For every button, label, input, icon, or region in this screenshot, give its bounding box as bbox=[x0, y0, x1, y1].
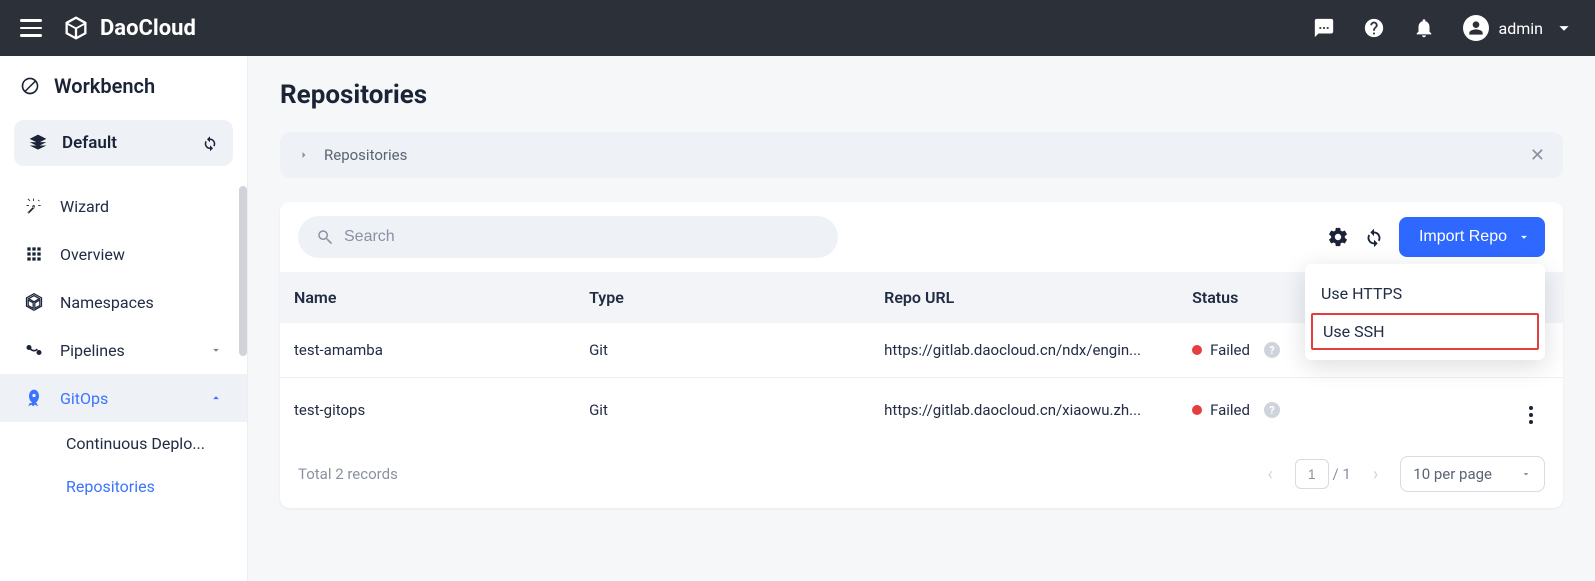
cube-outline-icon bbox=[24, 292, 44, 312]
sidebar-scrollbar[interactable] bbox=[239, 186, 247, 356]
pipeline-icon bbox=[24, 340, 44, 360]
help-tooltip-icon[interactable]: ? bbox=[1264, 402, 1280, 418]
page-input[interactable] bbox=[1295, 459, 1329, 489]
col-type: Type bbox=[575, 272, 870, 323]
sidebar-sub-continuous-deploy[interactable]: Continuous Deplo... bbox=[0, 422, 247, 465]
sidebar-item-overview[interactable]: Overview bbox=[0, 230, 247, 278]
brand-name: DaoCloud bbox=[100, 16, 196, 41]
col-name: Name bbox=[280, 272, 575, 323]
chevron-right-icon bbox=[298, 149, 310, 161]
rocket-icon bbox=[24, 388, 44, 408]
repositories-card: Import Repo Use HTTPS Use SSH Name Type … bbox=[280, 202, 1563, 508]
breadcrumb-item[interactable]: Repositories bbox=[324, 146, 407, 164]
table-footer: Total 2 records ‹ / 1 › 10 per page bbox=[280, 442, 1563, 500]
col-url: Repo URL bbox=[870, 272, 1178, 323]
status-dot-failed bbox=[1192, 405, 1202, 415]
total-records: Total 2 records bbox=[298, 465, 398, 483]
sidebar-item-namespaces[interactable]: Namespaces bbox=[0, 278, 247, 326]
avatar-icon bbox=[1463, 15, 1489, 41]
chevron-down-icon bbox=[1517, 230, 1531, 244]
menu-toggle-button[interactable] bbox=[20, 19, 42, 37]
refresh-icon[interactable] bbox=[1363, 226, 1385, 248]
table-row[interactable]: test-gitops Git https://gitlab.daocloud.… bbox=[280, 378, 1563, 443]
chevron-down-icon bbox=[209, 343, 223, 357]
row-actions-menu[interactable] bbox=[1529, 406, 1533, 424]
close-icon[interactable]: ✕ bbox=[1530, 145, 1545, 166]
topbar: DaoCloud admin bbox=[0, 0, 1595, 56]
grid-icon bbox=[24, 244, 44, 264]
pagination: ‹ / 1 › 10 per page bbox=[1267, 456, 1545, 492]
page-next-button[interactable]: › bbox=[1373, 464, 1378, 485]
workspace-selector[interactable]: Default bbox=[14, 120, 233, 166]
help-icon[interactable] bbox=[1363, 17, 1385, 39]
search-icon bbox=[316, 228, 334, 246]
import-repo-button[interactable]: Import Repo bbox=[1399, 217, 1545, 257]
per-page-select[interactable]: 10 per page bbox=[1400, 456, 1545, 492]
chevron-up-icon bbox=[209, 391, 223, 405]
workbench-icon bbox=[20, 76, 40, 96]
layout: Workbench Default Wizard Overview N bbox=[0, 56, 1595, 581]
username: admin bbox=[1499, 19, 1543, 38]
import-repo-dropdown: Use HTTPS Use SSH bbox=[1305, 264, 1545, 360]
bell-icon[interactable] bbox=[1413, 17, 1435, 39]
sidebar-sub-repositories[interactable]: Repositories bbox=[0, 465, 247, 508]
gear-icon[interactable] bbox=[1327, 226, 1349, 248]
topbar-left: DaoCloud bbox=[20, 14, 196, 42]
dropdown-item-https[interactable]: Use HTTPS bbox=[1305, 274, 1545, 313]
status-dot-failed bbox=[1192, 345, 1202, 355]
brand-logo[interactable]: DaoCloud bbox=[62, 14, 196, 42]
page-title: Repositories bbox=[280, 80, 1563, 110]
topbar-right: admin bbox=[1313, 15, 1575, 41]
breadcrumb-bar: Repositories ✕ bbox=[280, 132, 1563, 178]
wand-icon bbox=[24, 196, 44, 216]
user-menu[interactable]: admin bbox=[1463, 15, 1575, 41]
page-prev-button[interactable]: ‹ bbox=[1267, 464, 1272, 485]
dropdown-item-ssh[interactable]: Use SSH bbox=[1311, 313, 1539, 350]
workspace-icon bbox=[28, 133, 48, 153]
sidebar-item-gitops[interactable]: GitOps bbox=[0, 374, 247, 422]
search-box[interactable] bbox=[298, 216, 838, 258]
cube-icon bbox=[62, 14, 90, 42]
chevron-down-icon bbox=[1520, 468, 1532, 480]
chat-icon[interactable] bbox=[1313, 17, 1335, 39]
sidebar-item-pipelines[interactable]: Pipelines bbox=[0, 326, 247, 374]
sidebar: Workbench Default Wizard Overview N bbox=[0, 56, 248, 581]
main-content: Repositories Repositories ✕ Import Repo bbox=[248, 56, 1595, 581]
sidebar-title: Workbench bbox=[0, 56, 247, 116]
search-input[interactable] bbox=[344, 228, 820, 246]
card-toolbar: Import Repo Use HTTPS Use SSH bbox=[280, 202, 1563, 272]
refresh-icon[interactable] bbox=[201, 134, 219, 152]
chevron-down-icon bbox=[1553, 17, 1575, 39]
help-tooltip-icon[interactable]: ? bbox=[1264, 342, 1280, 358]
sidebar-item-wizard[interactable]: Wizard bbox=[0, 182, 247, 230]
